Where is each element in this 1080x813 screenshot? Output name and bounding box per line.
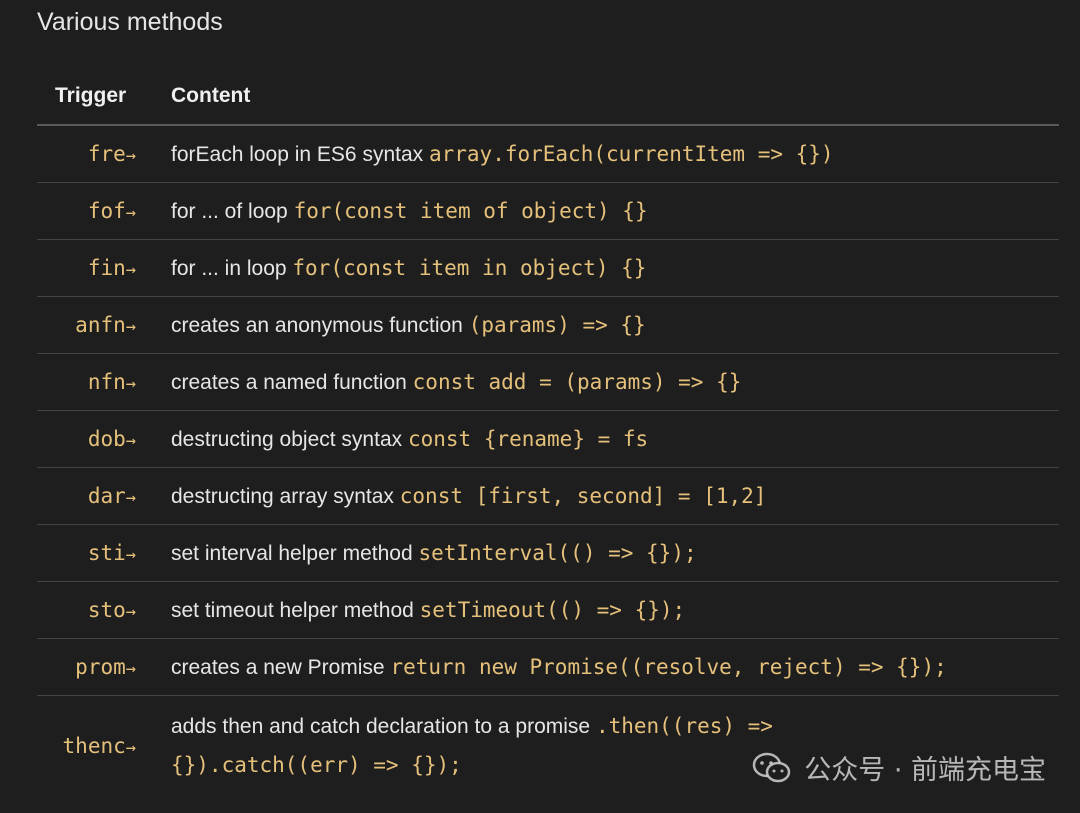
code-snippet: const [first, second] = [1,2] <box>399 483 767 508</box>
column-header-content: Content <box>171 84 251 107</box>
wechat-icon <box>752 752 792 784</box>
description-text: set interval helper method <box>171 541 419 565</box>
table-row: fof→ for ... of loop for(const item of o… <box>37 183 1059 240</box>
trigger-cell: fin→ <box>37 256 136 280</box>
code-snippet: const add = (params) => {} <box>412 369 742 394</box>
trigger-text: anfn <box>75 313 126 337</box>
content-cell: set timeout helper method setTimeout(() … <box>136 591 685 630</box>
content-cell: forEach loop in ES6 syntax array.forEach… <box>136 135 834 174</box>
trigger-cell: dar→ <box>37 484 136 508</box>
tab-arrow-icon: → <box>125 317 136 337</box>
description-text: creates a named function <box>171 370 413 394</box>
tab-arrow-icon: → <box>125 602 136 622</box>
description-text: creates a new Promise <box>171 655 391 679</box>
trigger-text: dob <box>87 427 126 451</box>
trigger-text: nfn <box>87 370 126 394</box>
trigger-cell: anfn→ <box>37 313 136 337</box>
table-row: nfn→ creates a named function const add … <box>37 354 1059 411</box>
tab-arrow-icon: → <box>125 260 136 280</box>
trigger-cell: sto→ <box>37 598 136 622</box>
code-snippet: for(const item in object) {} <box>292 255 647 280</box>
table-row: anfn→ creates an anonymous function (par… <box>37 297 1059 354</box>
trigger-cell: nfn→ <box>37 370 136 394</box>
watermark: 公众号 · 前端充电宝 <box>752 748 1046 787</box>
trigger-text: fin <box>87 256 126 280</box>
trigger-cell: sti→ <box>37 541 136 565</box>
trigger-cell: prom→ <box>37 655 136 679</box>
content-cell: adds then and catch declaration to a pro… <box>136 707 773 785</box>
trigger-text: dar <box>87 484 126 508</box>
trigger-text: prom <box>75 655 126 679</box>
trigger-cell: fre→ <box>37 142 136 166</box>
code-snippet: const {rename} = fs <box>407 426 649 451</box>
description-text: set timeout helper method <box>171 598 420 622</box>
table-row: prom→ creates a new Promise return new P… <box>37 639 1059 696</box>
page-title: Various methods <box>37 8 223 36</box>
trigger-cell: thenc→ <box>37 734 136 758</box>
description-text: adds then and catch declaration to a pro… <box>171 714 596 738</box>
tab-arrow-icon: → <box>125 488 136 508</box>
table-row: dob→ destructing object syntax const {re… <box>37 411 1059 468</box>
code-snippet: setTimeout(() => {}); <box>419 597 686 622</box>
description-text: for ... in loop <box>171 256 293 280</box>
tab-arrow-icon: → <box>125 203 136 223</box>
description-text: for ... of loop <box>171 199 294 223</box>
snippets-table: Trigger Content fre→ forEach loop in ES6… <box>37 68 1059 795</box>
trigger-text: sto <box>87 598 126 622</box>
content-cell: destructing array syntax const [first, s… <box>136 477 766 516</box>
trigger-cell: fof→ <box>37 199 136 223</box>
description-text: destructing object syntax <box>171 427 408 451</box>
table-header: Trigger Content <box>37 68 1059 126</box>
trigger-text: thenc <box>62 733 126 758</box>
description-text: destructing array syntax <box>171 484 400 508</box>
table-row: fin→ for ... in loop for(const item in o… <box>37 240 1059 297</box>
tab-arrow-icon: → <box>125 659 136 679</box>
watermark-text: 公众号 · 前端充电宝 <box>804 755 1046 786</box>
tab-arrow-icon: → <box>125 737 136 758</box>
content-cell: for ... in loop for(const item in object… <box>136 249 646 288</box>
content-cell: creates a new Promise return new Promise… <box>136 648 947 687</box>
description-text: creates an anonymous function <box>171 313 469 337</box>
table-row: sti→ set interval helper method setInter… <box>37 525 1059 582</box>
table-row: dar→ destructing array syntax const [fir… <box>37 468 1059 525</box>
code-snippet: for(const item of object) {} <box>293 198 648 223</box>
content-cell: creates an anonymous function (params) =… <box>136 306 646 345</box>
trigger-text: fre <box>87 142 126 166</box>
tab-arrow-icon: → <box>125 545 136 565</box>
tab-arrow-icon: → <box>125 146 136 166</box>
code-snippet: .then((res) => <box>595 713 773 738</box>
table-row: fre→ forEach loop in ES6 syntax array.fo… <box>37 126 1059 183</box>
trigger-cell: dob→ <box>37 427 136 451</box>
code-snippet: array.forEach(currentItem => {}) <box>428 141 834 166</box>
table-row: sto→ set timeout helper method setTimeou… <box>37 582 1059 639</box>
code-snippet: return new Promise((resolve, reject) => … <box>390 654 947 679</box>
trigger-text: sti <box>87 541 126 565</box>
code-snippet: setInterval(() => {}); <box>418 540 697 565</box>
code-snippet: (params) => {} <box>468 312 646 337</box>
code-snippet-continued: {}).catch((err) => {}); <box>171 752 462 777</box>
content-cell: for ... of loop for(const item of object… <box>136 192 648 231</box>
content-cell: set interval helper method setInterval((… <box>136 534 697 573</box>
tab-arrow-icon: → <box>125 431 136 451</box>
tab-arrow-icon: → <box>125 374 136 394</box>
content-cell: creates a named function const add = (pa… <box>136 363 741 402</box>
column-header-trigger: Trigger <box>55 84 127 107</box>
trigger-text: fof <box>87 199 126 223</box>
content-cell: destructing object syntax const {rename}… <box>136 420 648 459</box>
description-text: forEach loop in ES6 syntax <box>171 142 429 166</box>
